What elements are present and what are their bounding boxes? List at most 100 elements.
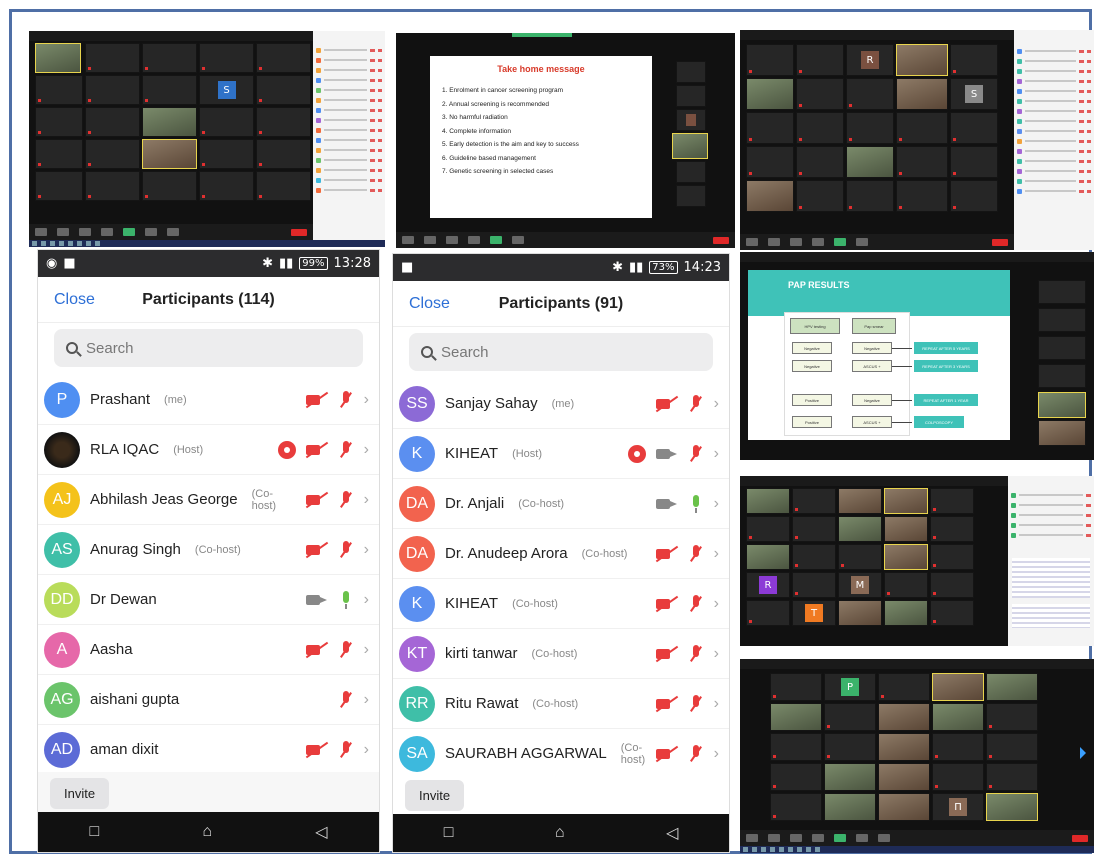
video-tile xyxy=(896,180,948,212)
zoom-toolbar xyxy=(29,224,313,240)
recent-apps-icon[interactable]: □ xyxy=(444,824,454,842)
video-tile xyxy=(142,43,197,73)
video-tile xyxy=(142,107,197,137)
mic-off-icon xyxy=(688,694,704,714)
participant-row[interactable]: KT kirti tanwar (Co-host) › xyxy=(393,629,729,679)
video-off-icon xyxy=(305,743,328,757)
flow-result: REPEAT AFTER 1 YEAR xyxy=(914,394,978,406)
participants-side-panel xyxy=(313,31,385,247)
video-tile xyxy=(199,43,254,73)
flow-box: Positive xyxy=(792,416,832,428)
participant-row[interactable]: A Aasha › xyxy=(38,625,379,675)
participant-status-icons: › xyxy=(305,640,373,660)
search-input[interactable]: Search xyxy=(54,329,363,367)
slide: PAP RESULTS HPV testing Pap smear Negati… xyxy=(748,270,1010,440)
chevron-right-icon: › xyxy=(713,594,719,612)
recent-apps-icon[interactable]: □ xyxy=(90,823,100,841)
video-tile xyxy=(824,763,876,791)
video-tile xyxy=(35,139,83,169)
recording-icon xyxy=(277,440,296,459)
zoom-top-bar xyxy=(740,659,1094,669)
video-tile xyxy=(770,673,822,701)
next-page-arrow-icon[interactable] xyxy=(1080,747,1086,759)
back-icon[interactable]: ◁ xyxy=(666,823,678,843)
status-time: 14:23 xyxy=(683,260,721,275)
participant-row[interactable]: K KIHEAT (Co-host) › xyxy=(393,579,729,629)
participant-row[interactable]: K KIHEAT (Host) › xyxy=(393,429,729,479)
participant-row[interactable]: DD Dr Dewan › xyxy=(38,575,379,625)
avatar: T xyxy=(805,604,823,622)
windows-taskbar xyxy=(740,846,1094,853)
mic-on-icon xyxy=(688,494,704,514)
back-icon[interactable]: ◁ xyxy=(315,822,327,842)
chat-side-panel xyxy=(1008,476,1094,646)
avatar: M xyxy=(851,576,869,594)
participant-row[interactable]: SA SAURABH AGGARWAL (Co-host) › xyxy=(393,729,729,779)
video-tile: R xyxy=(746,572,790,598)
video-tile xyxy=(256,139,311,169)
video-tile xyxy=(986,763,1038,791)
zoom-gallery-screenshot-3: R M T xyxy=(740,476,1094,646)
flow-box: Negative xyxy=(792,342,832,354)
invite-button[interactable]: Invite xyxy=(50,777,110,809)
search-input[interactable]: Search xyxy=(409,333,713,371)
mic-off-icon xyxy=(338,740,354,760)
participant-row[interactable]: RLA IQAC (Host) › xyxy=(38,425,379,475)
avatar: Π xyxy=(949,798,967,816)
video-tile: S xyxy=(199,75,254,105)
search-icon xyxy=(66,342,78,354)
video-tile xyxy=(884,488,928,514)
chevron-right-icon: › xyxy=(713,394,719,412)
video-tile xyxy=(792,572,836,598)
participant-role: (Host) xyxy=(512,447,543,460)
mic-off-icon xyxy=(688,544,704,564)
invite-button[interactable]: Invite xyxy=(405,779,465,811)
zoom-top-bar xyxy=(740,252,1094,262)
participant-row[interactable]: AD aman dixit › xyxy=(38,725,379,775)
search-placeholder: Search xyxy=(441,343,489,361)
chevron-right-icon: › xyxy=(363,390,369,408)
video-tile xyxy=(878,733,930,761)
home-icon[interactable]: ⌂ xyxy=(555,824,565,842)
video-tile xyxy=(792,544,836,570)
avatar: A xyxy=(44,631,80,668)
video-tile xyxy=(878,673,930,701)
close-button[interactable]: Close xyxy=(409,295,450,313)
video-tile xyxy=(986,673,1038,701)
battery-indicator: 73% xyxy=(649,261,678,274)
avatar: AS xyxy=(44,531,80,568)
video-tile xyxy=(746,78,794,110)
participant-row[interactable]: AS Anurag Singh (Co-host) › xyxy=(38,525,379,575)
video-tile xyxy=(256,75,311,105)
video-tile xyxy=(796,180,844,212)
video-tile xyxy=(85,107,140,137)
video-tile xyxy=(878,763,930,791)
video-tile: Π xyxy=(932,793,984,821)
participant-row[interactable]: AJ Abhilash Jeas George (Co-host) › xyxy=(38,475,379,525)
participant-row[interactable]: AG aishani gupta › xyxy=(38,675,379,725)
chevron-right-icon: › xyxy=(713,644,719,662)
avatar: DA xyxy=(399,485,435,522)
video-off-icon xyxy=(305,543,328,557)
participant-name: Dr. Anudeep Arora xyxy=(445,545,568,562)
participant-row[interactable]: DA Dr. Anjali (Co-host) › xyxy=(393,479,729,529)
chevron-right-icon: › xyxy=(363,540,369,558)
recording-icon xyxy=(627,444,646,463)
participants-header: Close Participants (114) xyxy=(38,277,379,323)
close-button[interactable]: Close xyxy=(54,291,95,309)
participant-row[interactable]: DA Dr. Anudeep Arora (Co-host) › xyxy=(393,529,729,579)
video-tile xyxy=(950,44,998,76)
chevron-right-icon: › xyxy=(713,744,719,762)
status-time: 13:28 xyxy=(333,256,371,271)
mic-off-icon xyxy=(688,594,704,614)
participant-row[interactable]: SS Sanjay Sahay (me) › xyxy=(393,379,729,429)
video-tile xyxy=(796,112,844,144)
participant-row[interactable]: P Prashant (me) › xyxy=(38,375,379,425)
avatar: P xyxy=(841,678,859,696)
video-tile xyxy=(986,733,1038,761)
participant-row[interactable]: RR Ritu Rawat (Co-host) › xyxy=(393,679,729,729)
chevron-right-icon: › xyxy=(363,590,369,608)
video-tile xyxy=(676,85,706,107)
chevron-right-icon: › xyxy=(363,440,369,458)
home-icon[interactable]: ⌂ xyxy=(202,823,212,841)
